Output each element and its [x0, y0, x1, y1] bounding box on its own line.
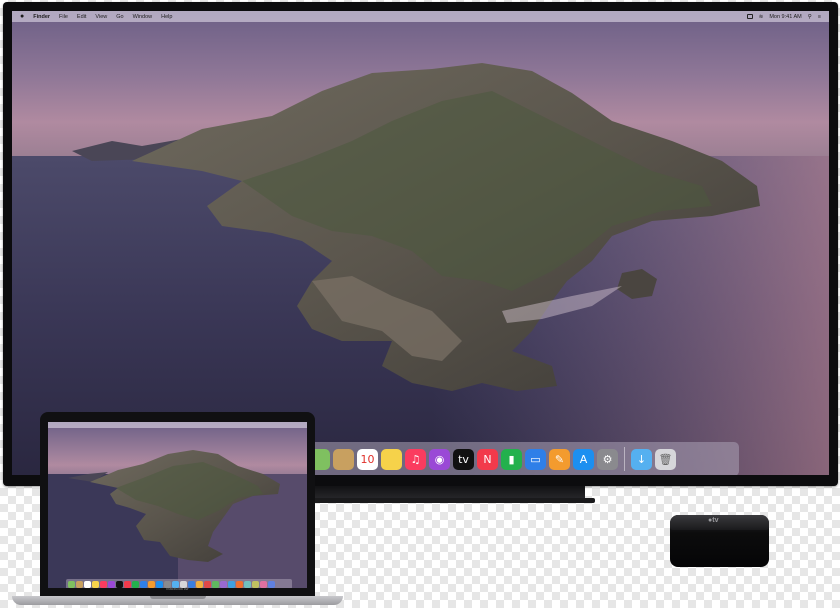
apple-tv-logo-text: tv — [712, 517, 719, 524]
control-center-icon[interactable]: ≡ — [818, 14, 821, 20]
airplay-icon[interactable] — [746, 14, 753, 19]
menu-bar: ● Finder File Edit View Go Window Help ≋… — [12, 11, 829, 22]
macbook-menu-bar — [48, 422, 307, 428]
apple-tv-logo: ●tv — [708, 517, 718, 524]
calendar-icon[interactable]: 10 — [357, 448, 378, 470]
desktop-wallpaper — [12, 63, 829, 475]
notes-icon[interactable] — [381, 448, 402, 470]
macbook-wallpaper — [48, 450, 307, 588]
podcasts-icon[interactable]: ◉ — [429, 448, 450, 470]
macbook-notch — [150, 596, 206, 599]
menu-extras: ≋ Mon 9:41 AM ⚲ ≡ — [746, 11, 821, 22]
music-icon[interactable]: ♫ — [405, 448, 426, 470]
contacts-icon[interactable] — [333, 448, 354, 470]
pages-icon[interactable]: ✎ — [549, 448, 570, 470]
menu-clock[interactable]: Mon 9:41 AM — [769, 14, 801, 20]
tv-desktop: ● Finder File Edit View Go Window Help ≋… — [12, 11, 829, 475]
menu-view[interactable]: View — [95, 14, 107, 20]
apple-tv-top: ●tv — [670, 515, 769, 530]
menu-help[interactable]: Help — [161, 14, 172, 20]
menu-edit[interactable]: Edit — [77, 14, 86, 20]
macbook — [40, 412, 315, 598]
menu-app-name[interactable]: Finder — [33, 14, 50, 20]
apple-tv-icon[interactable]: tv — [453, 448, 474, 470]
downloads-folder-icon[interactable]: ↓ — [631, 448, 652, 470]
spotlight-icon[interactable]: ⚲ — [808, 14, 812, 20]
menu-window[interactable]: Window — [133, 14, 153, 20]
menu-go[interactable]: Go — [116, 14, 123, 20]
tv-stand-foot — [300, 498, 595, 503]
dock: 10 ♫ ◉ tv N ▮ ▭ ✎ A ⚙ ↓ 🗑 — [305, 442, 739, 475]
wifi-icon[interactable]: ≋ — [759, 14, 764, 20]
macbook-label: MacBook Air — [166, 586, 189, 591]
apple-menu-icon[interactable]: ● — [20, 13, 24, 20]
trash-icon[interactable]: 🗑 — [655, 448, 676, 470]
keynote-icon[interactable]: ▭ — [525, 448, 546, 470]
dock-separator — [624, 447, 625, 471]
app-store-icon[interactable]: A — [573, 448, 594, 470]
apple-tv-box: ●tv — [670, 515, 769, 567]
menu-file[interactable]: File — [59, 14, 68, 20]
system-preferences-icon[interactable]: ⚙ — [597, 448, 618, 470]
news-icon[interactable]: N — [477, 448, 498, 470]
macbook-desktop — [48, 422, 307, 588]
numbers-icon[interactable]: ▮ — [501, 448, 522, 470]
